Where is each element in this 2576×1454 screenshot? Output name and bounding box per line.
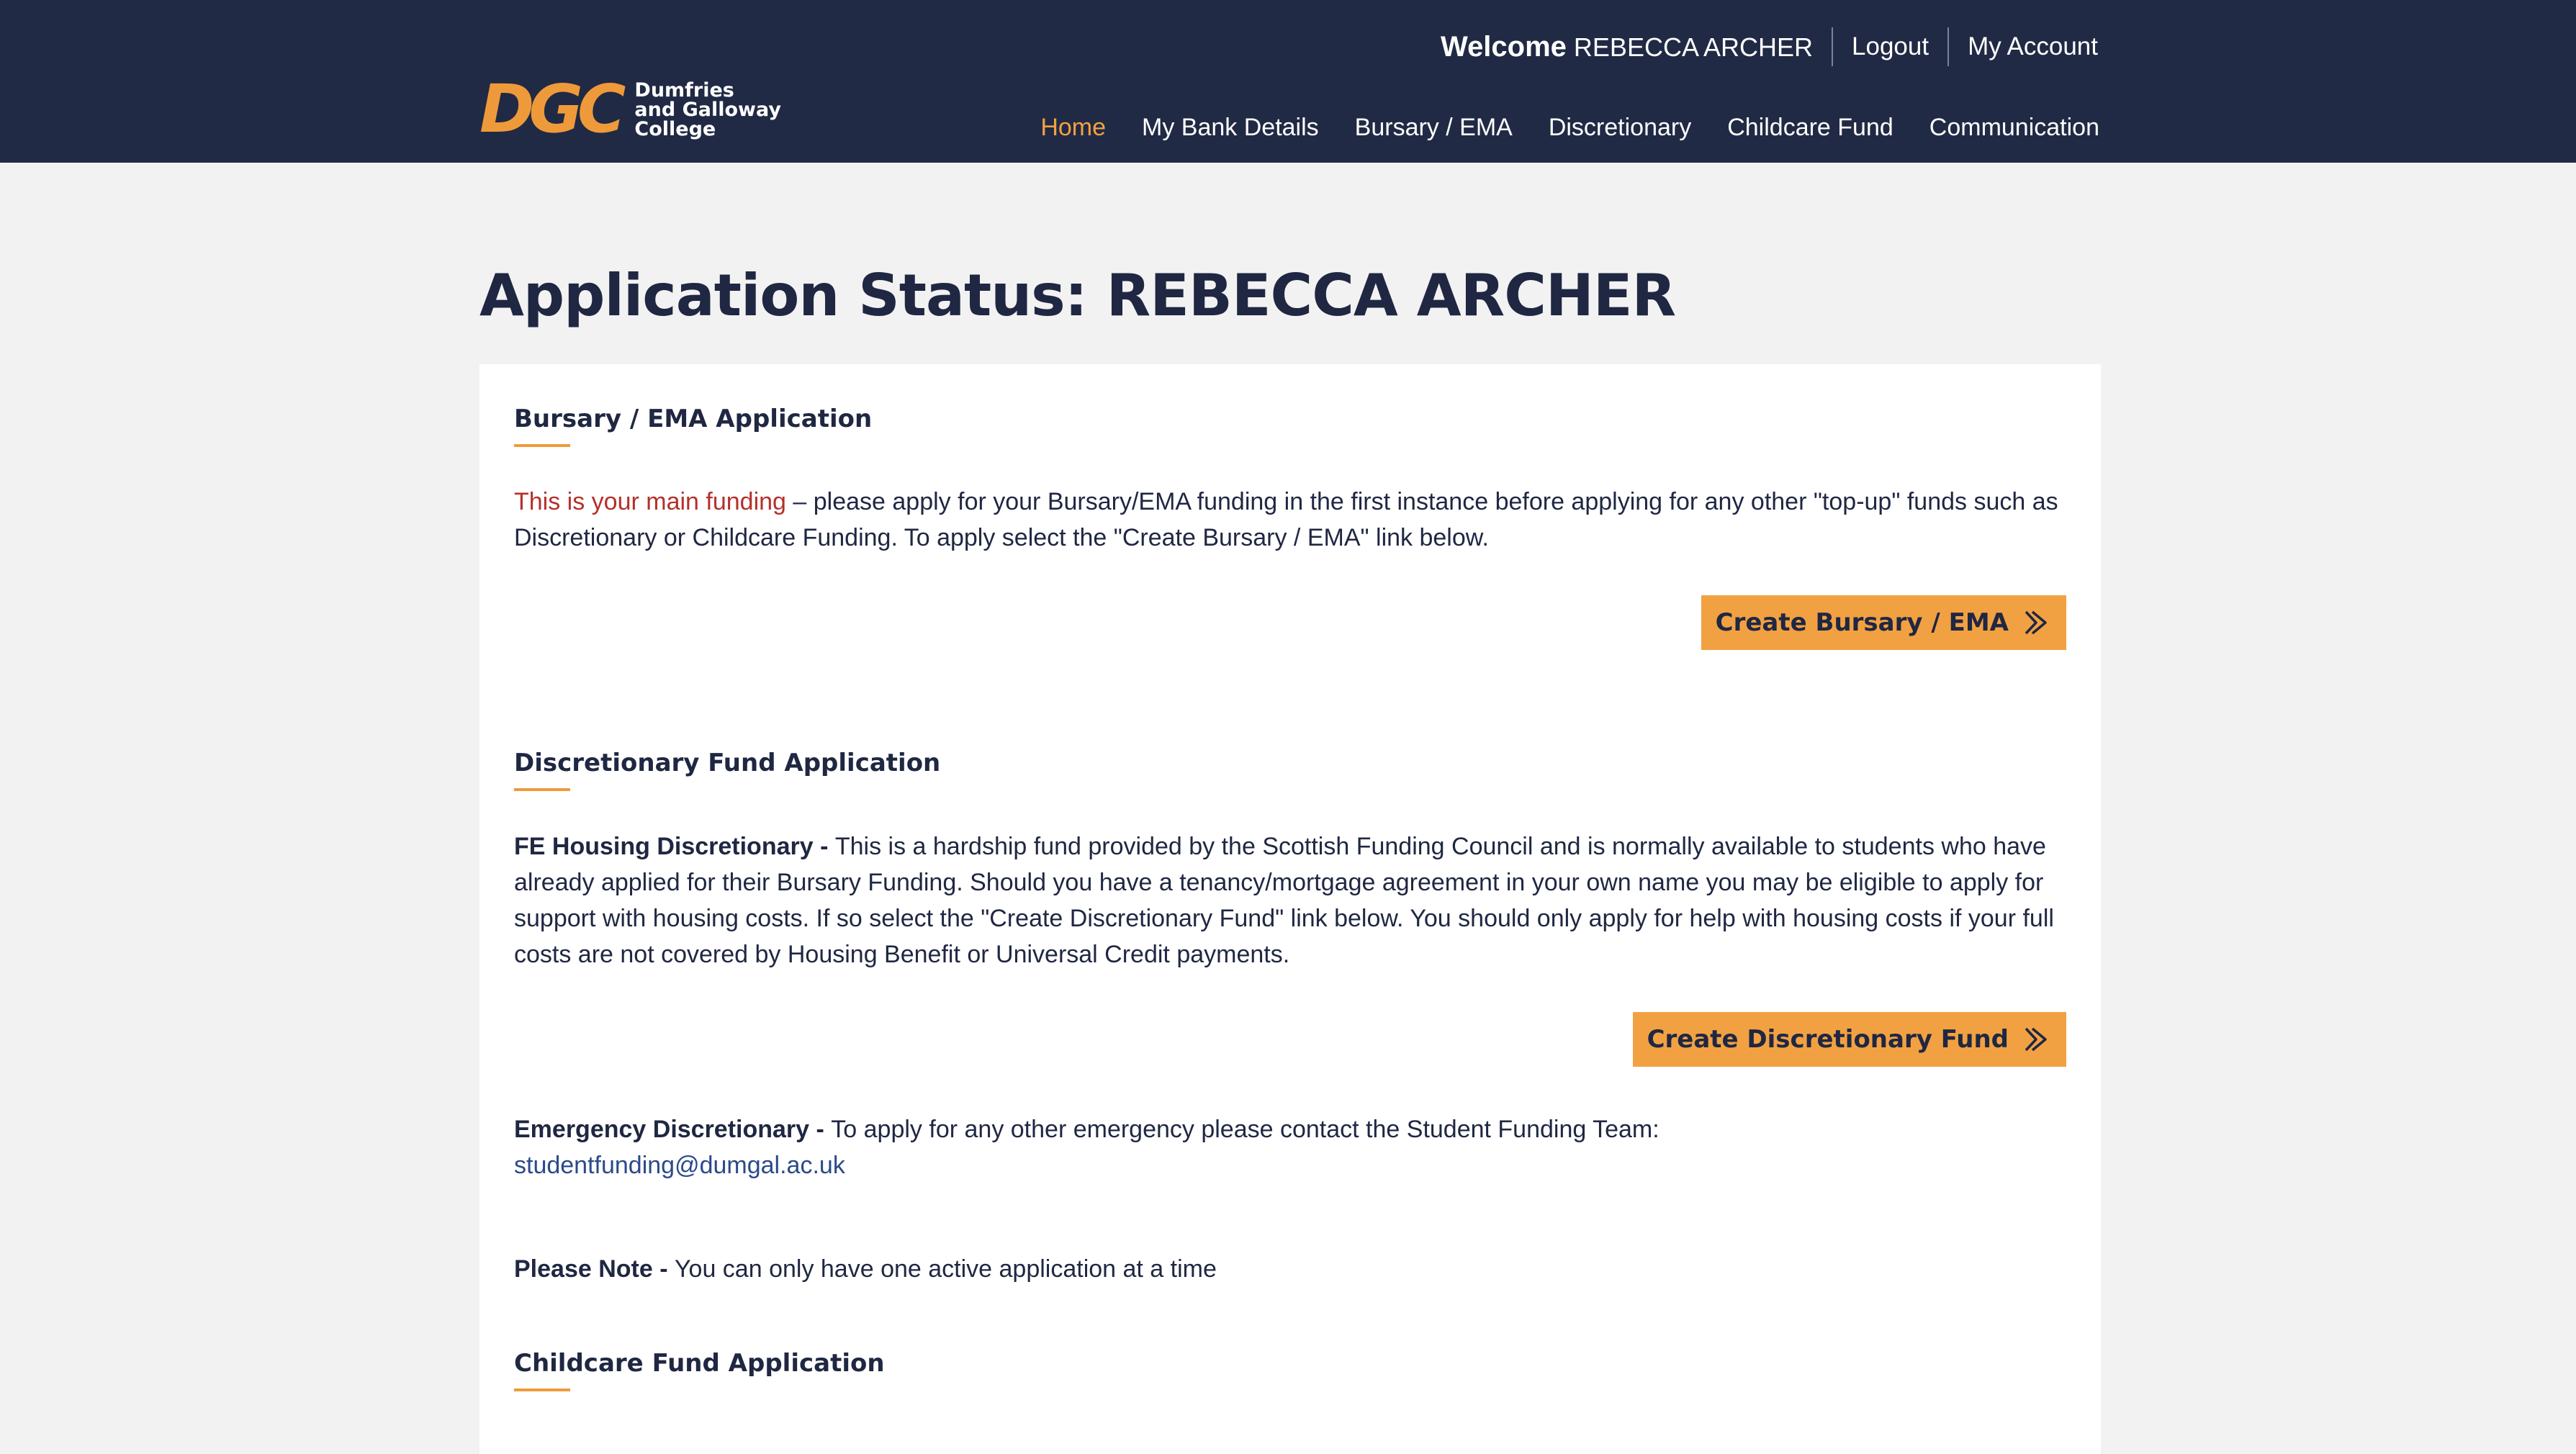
bursary-description: This is your main funding – please apply… xyxy=(514,484,2076,556)
main-funding-highlight: This is your main funding xyxy=(514,488,786,515)
create-bursary-button[interactable]: Create Bursary / EMA xyxy=(1701,595,2066,650)
discretionary-section-title: Discretionary Fund Application xyxy=(514,749,941,777)
section-underline xyxy=(514,788,570,791)
nav-bursary-ema[interactable]: Bursary / EMA xyxy=(1355,114,1513,142)
section-underline xyxy=(514,1388,570,1391)
user-bar: Welcome REBECCA ARCHER Logout My Account xyxy=(1441,27,2098,66)
chevron-right-icon xyxy=(2025,610,2047,635)
my-account-link[interactable]: My Account xyxy=(1968,32,2098,61)
create-bursary-label: Create Bursary / EMA xyxy=(1715,608,2009,637)
logo-line-3: College xyxy=(634,117,716,140)
please-note: Please Note - You can only have one acti… xyxy=(514,1251,2076,1287)
housing-discretionary-label: FE Housing Discretionary - xyxy=(514,833,835,860)
application-status-card: Bursary / EMA Application This is your m… xyxy=(479,364,2101,1454)
welcome-message: Welcome REBECCA ARCHER xyxy=(1441,31,1813,63)
chevron-right-icon xyxy=(2025,1027,2047,1052)
divider xyxy=(1947,27,1950,66)
nav-home[interactable]: Home xyxy=(1040,114,1106,142)
emergency-discretionary-label: Emergency Discretionary - xyxy=(514,1116,832,1143)
emergency-discretionary-text: To apply for any other emergency please … xyxy=(831,1116,1659,1143)
section-underline xyxy=(514,444,570,447)
create-discretionary-label: Create Discretionary Fund xyxy=(1647,1025,2009,1054)
page-title: Application Status: REBECCA ARCHER xyxy=(479,262,1676,329)
logo-text: Dumfries and Galloway College xyxy=(634,81,781,139)
bursary-section-title: Bursary / EMA Application xyxy=(514,405,873,433)
nav-communication[interactable]: Communication xyxy=(1929,114,2099,142)
nav-childcare-fund[interactable]: Childcare Fund xyxy=(1727,114,1893,142)
emergency-discretionary-description: Emergency Discretionary - To apply for a… xyxy=(514,1111,2076,1183)
user-name: REBECCA ARCHER xyxy=(1573,32,1814,62)
housing-discretionary-description: FE Housing Discretionary - This is a har… xyxy=(514,828,2076,972)
site-header: DGC Dumfries and Galloway College Welcom… xyxy=(0,0,2576,163)
main-nav: Home My Bank Details Bursary / EMA Discr… xyxy=(1040,109,2099,145)
create-discretionary-button[interactable]: Create Discretionary Fund xyxy=(1632,1012,2066,1067)
logo-line-1: Dumfries xyxy=(634,78,734,101)
logo-line-2: and Galloway xyxy=(634,98,781,121)
divider xyxy=(1832,27,1834,66)
childcare-section-title: Childcare Fund Application xyxy=(514,1349,885,1378)
nav-my-bank-details[interactable]: My Bank Details xyxy=(1142,114,1319,142)
student-funding-email-link[interactable]: studentfunding@dumgal.ac.uk xyxy=(514,1152,845,1179)
please-note-text: You can only have one active application… xyxy=(674,1255,1217,1283)
nav-discretionary[interactable]: Discretionary xyxy=(1549,114,1691,142)
college-logo[interactable]: DGC Dumfries and Galloway College xyxy=(479,71,782,148)
please-note-label: Please Note - xyxy=(514,1255,675,1283)
logout-link[interactable]: Logout xyxy=(1852,32,1929,61)
logo-mark: DGC xyxy=(479,71,626,148)
welcome-label: Welcome xyxy=(1441,30,1567,63)
